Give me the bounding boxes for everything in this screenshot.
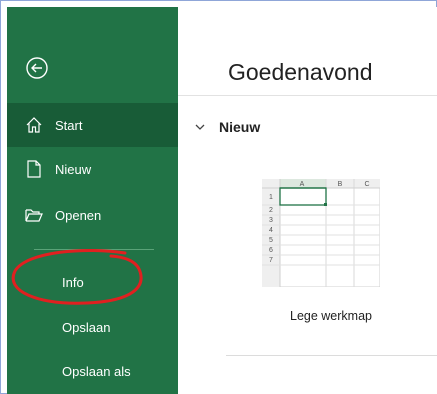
sidebar-item-label: Openen xyxy=(55,207,102,223)
folder-open-icon xyxy=(23,204,45,226)
sidebar-item-openen[interactable]: Openen xyxy=(7,193,178,237)
main-panel: Goedenavond Nieuw A B C 1 2 3 4 5 6 7 Le… xyxy=(178,7,437,394)
section-toggle-nieuw[interactable]: Nieuw xyxy=(193,119,260,135)
template-label[interactable]: Lege werkmap xyxy=(251,309,411,323)
sidebar-item-label: Info xyxy=(62,274,84,290)
new-document-icon xyxy=(23,158,45,180)
page-title: Goedenavond xyxy=(228,59,373,85)
header-divider xyxy=(178,95,437,96)
template-blank-workbook[interactable]: A B C 1 2 3 4 5 6 7 xyxy=(262,179,382,295)
sidebar-divider xyxy=(34,249,154,250)
sidebar-item-label: Opslaan als xyxy=(62,363,131,379)
sidebar-item-label: Start xyxy=(55,117,83,133)
sidebar-item-opslaan[interactable]: Opslaan xyxy=(7,305,178,349)
column-header-a: A xyxy=(300,181,305,188)
sidebar-item-nieuw[interactable]: Nieuw xyxy=(7,147,178,191)
row-header: 4 xyxy=(269,227,273,234)
row-header: 6 xyxy=(269,247,273,254)
row-header: 7 xyxy=(269,257,273,264)
section-divider xyxy=(226,355,437,356)
sidebar-item-label: Nieuw xyxy=(55,161,92,177)
row-header: 3 xyxy=(269,217,273,224)
workbook-thumbnail: A B C 1 2 3 4 5 6 7 xyxy=(262,179,380,287)
sidebar-item-start[interactable]: Start xyxy=(7,103,178,147)
backstage-sidebar: Start Nieuw Openen Info Opslaan Opslaan … xyxy=(7,7,178,394)
back-arrow-circle-icon[interactable] xyxy=(25,56,49,80)
section-title: Nieuw xyxy=(219,119,261,135)
column-header-b: B xyxy=(338,181,343,188)
sidebar-item-info[interactable]: Info xyxy=(7,260,178,304)
row-header: 2 xyxy=(269,207,273,214)
home-icon xyxy=(23,114,45,136)
row-header: 1 xyxy=(269,194,273,201)
row-header: 5 xyxy=(269,237,273,244)
chevron-down-icon xyxy=(195,124,205,130)
column-header-c: C xyxy=(364,181,369,188)
sidebar-item-opslaan-als[interactable]: Opslaan als xyxy=(7,349,178,393)
sidebar-item-label: Opslaan xyxy=(62,319,111,335)
